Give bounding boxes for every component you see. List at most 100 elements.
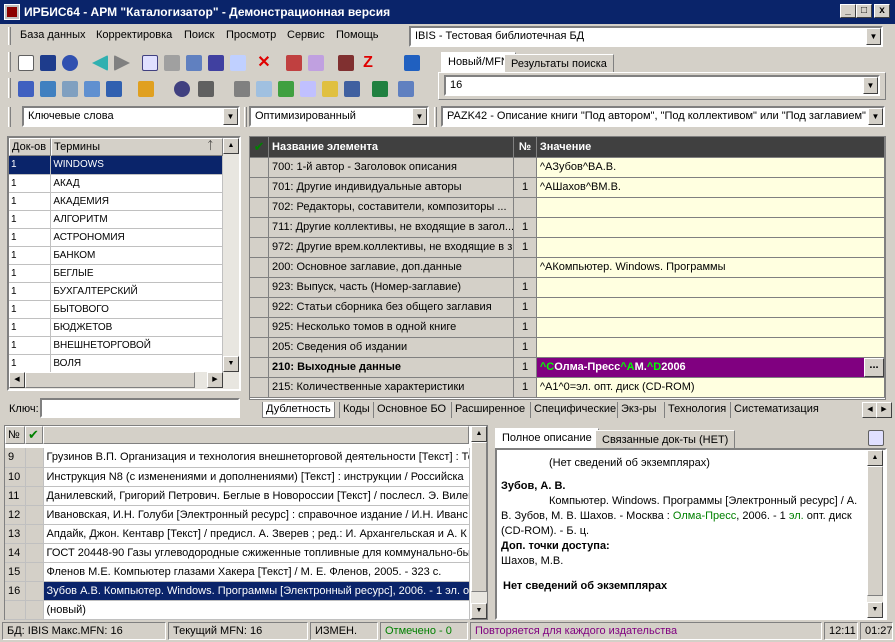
forward-icon[interactable]: [114, 55, 130, 71]
menu-database[interactable]: База данных: [20, 29, 86, 41]
col-docs-header[interactable]: Док-ов: [9, 138, 51, 156]
reply-icon[interactable]: [84, 81, 100, 97]
save-icon[interactable]: [40, 55, 56, 71]
check-icon[interactable]: ✔: [25, 426, 43, 444]
close-button[interactable]: x: [874, 4, 890, 18]
doc-check[interactable]: [25, 486, 44, 506]
document-row[interactable]: 14 ГОСТ 20448-90 Газы углеводородные сжиж…: [5, 543, 470, 563]
dictionary-row[interactable]: 1 АЛГОРИТМ: [9, 210, 223, 229]
doc-check[interactable]: [25, 600, 44, 620]
tab-scroll-right-icon[interactable]: ▶: [876, 402, 892, 418]
menu-search[interactable]: Поиск: [184, 29, 214, 41]
key-input[interactable]: [40, 398, 240, 418]
document-scrollbar[interactable]: ▲ ▼: [471, 426, 487, 619]
menu-view[interactable]: Просмотр: [226, 29, 276, 41]
chevron-down-icon[interactable]: ▼: [868, 108, 883, 125]
document-row[interactable]: 9 Грузинов В.П. Организация и технология …: [5, 448, 470, 468]
grid-icon[interactable]: [164, 55, 180, 71]
pages-icon[interactable]: [300, 81, 316, 97]
edit-icon[interactable]: [230, 55, 246, 71]
message-icon[interactable]: [40, 81, 56, 97]
field-value[interactable]: [536, 297, 886, 318]
document-row[interactable]: 11 Данилевский, Григорий Петрович. Беглые…: [5, 486, 470, 506]
ellipsis-button[interactable]: ...: [864, 357, 884, 376]
mail-icon[interactable]: [62, 81, 78, 97]
field-value[interactable]: [536, 237, 886, 258]
key-icon[interactable]: [138, 81, 154, 97]
tab-extended[interactable]: Расширенное: [451, 402, 528, 418]
database-select[interactable]: IBIS - Тестовая библиотечная БД ▼: [409, 26, 883, 47]
go-icon[interactable]: [278, 81, 294, 97]
dictionary-row[interactable]: 1 ВНЕШНЕТОРГОВОЙ: [9, 336, 223, 355]
search-mode-select[interactable]: Ключевые слова ▼: [22, 106, 240, 127]
dictionary-row[interactable]: 1 БЫТОВОГО: [9, 300, 223, 319]
field-row[interactable]: 200: Основное заглавие, доп.данные ^AКомп…: [250, 257, 886, 278]
field-row[interactable]: 972: Другие врем.коллективы, не входящие…: [250, 237, 886, 258]
doc-icon[interactable]: [256, 81, 272, 97]
field-value[interactable]: [536, 337, 886, 358]
doc-check[interactable]: [25, 505, 44, 525]
document-row[interactable]: 16 Зубов А.В. Компьютер. Windows. Програм…: [5, 581, 470, 601]
copy-icon[interactable]: [142, 55, 158, 71]
chevron-down-icon[interactable]: ▼: [863, 77, 878, 94]
settings-icon[interactable]: [404, 55, 420, 71]
layers-icon[interactable]: [198, 81, 214, 97]
menu-edit[interactable]: Корректировка: [96, 29, 172, 41]
chat-icon[interactable]: [18, 81, 34, 97]
chevron-down-icon[interactable]: ▼: [223, 108, 238, 125]
field-row[interactable]: 210: Выходные данные 1 ^CОлма-Пресс^AМ.^D2…: [250, 357, 886, 378]
printer-icon[interactable]: [234, 81, 250, 97]
field-row[interactable]: 711: Другие коллективы, не входящие в за…: [250, 217, 886, 238]
tab-full-description[interactable]: Полное описание: [495, 428, 599, 448]
field-value[interactable]: [536, 217, 886, 238]
view-icon[interactable]: [174, 81, 190, 97]
worksheet-select[interactable]: PAZK42 - Описание книги "Под автором", "…: [441, 106, 885, 127]
dictionary-row[interactable]: 1 АКАДЕМИЯ: [9, 192, 223, 211]
display-mode-select[interactable]: Оптимизированный ▼: [249, 106, 429, 127]
maximize-button[interactable]: □: [856, 4, 872, 18]
field-row[interactable]: 701: Другие индивидуальные авторы 1 ^AШахо…: [250, 177, 886, 198]
dictionary-hscrollbar[interactable]: ◀ ▶: [9, 372, 239, 389]
doc-check[interactable]: [25, 581, 44, 601]
doc-check[interactable]: [25, 467, 44, 487]
field-row[interactable]: 925: Несколько томов в одной книге 1: [250, 317, 886, 338]
field-value[interactable]: [536, 317, 886, 338]
back-icon[interactable]: [92, 55, 108, 71]
document-row[interactable]: 15 Фленов М.Е. Компьютер глазами Хакера […: [5, 562, 470, 582]
dictionary-row[interactable]: 1 БУХГАЛТЕРСКИЙ: [9, 282, 223, 301]
field-value[interactable]: [536, 197, 886, 218]
field-row[interactable]: 702: Редакторы, составители, композиторы…: [250, 197, 886, 218]
field-row[interactable]: 215: Количественные характеристики 1 ^A1^0…: [250, 377, 886, 398]
field-row[interactable]: 700: 1-й автор - Заголовок описания ^AЗуб…: [250, 157, 886, 178]
field-value-editor[interactable]: ^CОлма-Пресс^AМ.^D2006...: [536, 357, 886, 378]
minimize-button[interactable]: _: [840, 4, 856, 18]
undo-icon[interactable]: [62, 55, 78, 71]
tab-technology[interactable]: Технология: [664, 402, 729, 418]
new-icon[interactable]: [18, 55, 34, 71]
dictionary-row[interactable]: 1 ВОЛЯ: [9, 354, 223, 373]
scroll-right-icon[interactable]: ▶: [207, 372, 223, 388]
print-description-icon[interactable]: [868, 430, 884, 446]
document-row[interactable]: 10 Инструкция N8 (с изменениями и дополне…: [5, 467, 470, 487]
chevron-down-icon[interactable]: ▼: [412, 108, 427, 125]
export-icon[interactable]: [308, 55, 324, 71]
book-icon[interactable]: [338, 55, 354, 71]
dictionary-row[interactable]: 1 БАНКОМ: [9, 246, 223, 265]
field-row[interactable]: 205: Сведения об издании 1: [250, 337, 886, 358]
scroll-up-icon[interactable]: ▲: [471, 426, 487, 442]
scroll-thumb[interactable]: [471, 442, 487, 592]
document-row[interactable]: 13 Апдайк, Джон. Кентавр [Текст] / предис…: [5, 524, 470, 544]
menu-help[interactable]: Помощь: [336, 29, 379, 41]
dictionary-row[interactable]: 1 БЮДЖЕТОВ: [9, 318, 223, 337]
doc-check[interactable]: [25, 543, 44, 563]
word-icon[interactable]: [344, 81, 360, 97]
field-row[interactable]: 923: Выпуск, часть (Номер-заглавие) 1: [250, 277, 886, 298]
dictionary-row[interactable]: 1 АСТРОНОМИЯ: [9, 228, 223, 247]
import-icon[interactable]: [286, 55, 302, 71]
help-icon[interactable]: [398, 81, 414, 97]
folder-icon[interactable]: [322, 81, 338, 97]
tab-search-results[interactable]: Результаты поиска: [504, 54, 614, 72]
tab-copies[interactable]: Экз-ры: [617, 402, 660, 418]
scroll-up-icon[interactable]: ▲: [867, 450, 883, 466]
tab-linked-docs[interactable]: Связанные док-ты (НЕТ): [595, 430, 736, 448]
